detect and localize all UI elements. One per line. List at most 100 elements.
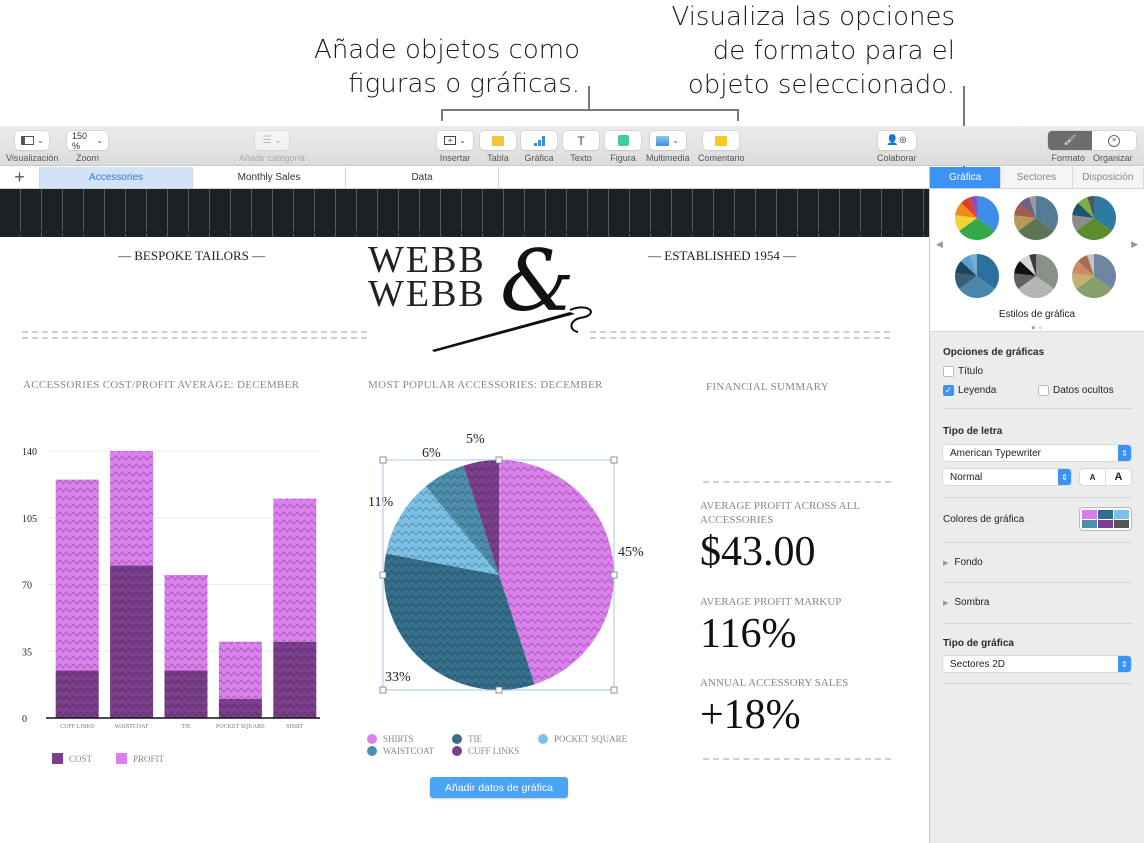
previous-styles-arrow[interactable]: ◀ — [936, 239, 943, 250]
color-swatch — [1098, 510, 1113, 519]
chart-style-thumbnail[interactable] — [1013, 195, 1059, 241]
x-tick-label: POCKET SQUARE — [216, 724, 265, 730]
insert-button[interactable]: + ⌄ Insertar — [437, 131, 473, 163]
next-styles-arrow[interactable]: ▶ — [1131, 239, 1138, 250]
add-chart-data-button[interactable]: Añadir datos de gráfica — [430, 777, 568, 798]
collaborate-button[interactable]: 👤⊕ Colaborar — [877, 131, 917, 163]
chevron-down-icon: ⌄ — [672, 136, 680, 145]
zigzag-edge — [0, 231, 929, 239]
tab-accessories[interactable]: Accessories — [40, 167, 193, 188]
chart-style-thumbnail[interactable] — [954, 253, 1000, 299]
view-button[interactable]: ⌄ Visualización — [6, 131, 58, 163]
shape-button[interactable]: Figura — [605, 131, 641, 163]
resize-handle[interactable] — [379, 686, 387, 694]
divider — [943, 582, 1132, 583]
resize-handle[interactable] — [495, 686, 503, 694]
checkmark-icon: ✓ — [943, 385, 954, 396]
chart-button[interactable]: Gráfica — [521, 131, 557, 163]
inspector-tab-arrange[interactable]: Disposición — [1073, 167, 1144, 188]
chart-style-thumbnail[interactable] — [1013, 253, 1059, 299]
text-icon: T — [577, 133, 585, 148]
resize-handle[interactable] — [610, 686, 618, 694]
media-button[interactable]: ⌄ Multimedia — [646, 131, 690, 163]
bar-pattern — [110, 451, 154, 566]
resize-handle[interactable] — [379, 456, 387, 464]
organize-icon: ≡ — [1108, 134, 1120, 147]
bar-pattern — [164, 574, 208, 671]
add-sheet-button[interactable]: + — [0, 167, 40, 188]
y-tick-label: 105 — [22, 514, 37, 525]
comment-label: Comentario — [698, 153, 745, 163]
divider — [943, 497, 1132, 498]
format-inspector: Gráfica Sectores Disposición ◀ ▶ Estilos… — [929, 167, 1144, 843]
kpi-value: 116% — [700, 611, 797, 657]
pinstripe-header — [0, 189, 929, 237]
chart-options-title: Opciones de gráficas — [943, 347, 1045, 358]
organize-button[interactable]: ≡ — [1092, 131, 1136, 150]
format-button[interactable]: 🖌 — [1048, 131, 1092, 150]
legend-item-profit: PROFIT — [116, 753, 164, 764]
legend-swatch — [538, 734, 548, 744]
legend-checkbox[interactable]: ✓ Leyenda — [943, 385, 996, 396]
table-button[interactable]: Tabla — [480, 131, 516, 163]
hidden-data-checkbox[interactable]: Datos ocultos — [1038, 385, 1114, 396]
shape-icon — [617, 135, 629, 146]
divider — [943, 408, 1132, 409]
y-tick-label: 35 — [22, 647, 32, 658]
callout-leader — [737, 109, 739, 121]
divider — [943, 623, 1132, 624]
resize-handle[interactable] — [379, 571, 387, 579]
chart-icon — [533, 135, 545, 146]
pie-chart[interactable]: 45% 33% 11% 6% 5% — [360, 425, 670, 700]
disclosure-label: Fondo — [954, 557, 983, 568]
checkbox-box — [943, 366, 954, 377]
slice-label: 6% — [422, 446, 441, 461]
shadow-disclosure[interactable]: ▶ Sombra — [943, 597, 989, 608]
insert-icon: + — [444, 136, 457, 145]
comment-button[interactable]: Comentario — [698, 131, 745, 163]
pie-chart-title: MOST POPULAR ACCESSORIES: DECEMBER — [368, 379, 603, 391]
resize-handle[interactable] — [495, 456, 503, 464]
format-label: Formato — [1051, 153, 1085, 163]
callout-format-options: Visualiza las opciones de formato para e… — [620, 0, 955, 102]
font-style-select[interactable]: Normal ⇕ — [943, 469, 1071, 485]
legend-label: TIE — [468, 734, 482, 744]
format-organize-group: 🖌 ≡ Formato Organizar — [1048, 131, 1136, 163]
font-style-value: Normal — [950, 471, 983, 483]
resize-handle[interactable] — [610, 456, 618, 464]
stepper-icon: ⇕ — [1058, 469, 1071, 485]
color-swatch — [1098, 519, 1113, 528]
inspector-tab-wedges[interactable]: Sectores — [1001, 167, 1073, 188]
page-dots[interactable]: ● ● — [930, 323, 1144, 332]
callout-leader — [588, 86, 590, 110]
chart-style-thumbnail[interactable] — [1071, 253, 1117, 299]
checkbox-label: Leyenda — [958, 385, 997, 396]
legend-swatch — [452, 746, 462, 756]
inspector-tab-chart[interactable]: Gráfica — [930, 167, 1002, 188]
resize-handle[interactable] — [610, 571, 618, 579]
add-category-button[interactable]: ☰ ⌄ Añadir categoría — [239, 131, 305, 163]
list-icon: ☰ — [262, 135, 272, 146]
font-family-select[interactable]: American Typewriter ⇕ — [943, 445, 1131, 461]
kpi-value: +18% — [700, 692, 801, 738]
decrease-font-button[interactable]: A — [1080, 469, 1106, 485]
tab-data[interactable]: Data — [346, 167, 499, 188]
increase-font-button[interactable]: A — [1106, 469, 1131, 485]
font-family-value: American Typewriter — [950, 447, 1041, 459]
bar-chart[interactable]: 0 35 70 105 140 CUFF LINKS WAISTCOAT TIE POCKET … — [0, 430, 340, 740]
bar-pattern — [218, 698, 262, 718]
chart-colors-well[interactable] — [1080, 508, 1131, 530]
bar-pattern — [273, 498, 317, 642]
bar-pattern — [164, 670, 208, 718]
tab-monthly-sales[interactable]: Monthly Sales — [193, 167, 346, 188]
text-button[interactable]: T Texto — [563, 131, 599, 163]
background-disclosure[interactable]: ▶ Fondo — [943, 557, 983, 568]
chart-style-thumbnail[interactable] — [954, 195, 1000, 241]
title-checkbox[interactable]: Título — [943, 366, 983, 377]
chart-type-select[interactable]: Sectores 2D ⇕ — [943, 656, 1131, 672]
zoom-select[interactable]: 150 % ⌄ Zoom — [67, 131, 108, 163]
chart-style-thumbnail[interactable] — [1071, 195, 1117, 241]
pie-legend-item: WAISTCOAT — [367, 746, 434, 756]
callout-line: objeto seleccionado. — [687, 70, 955, 100]
bar-pattern — [55, 479, 99, 671]
